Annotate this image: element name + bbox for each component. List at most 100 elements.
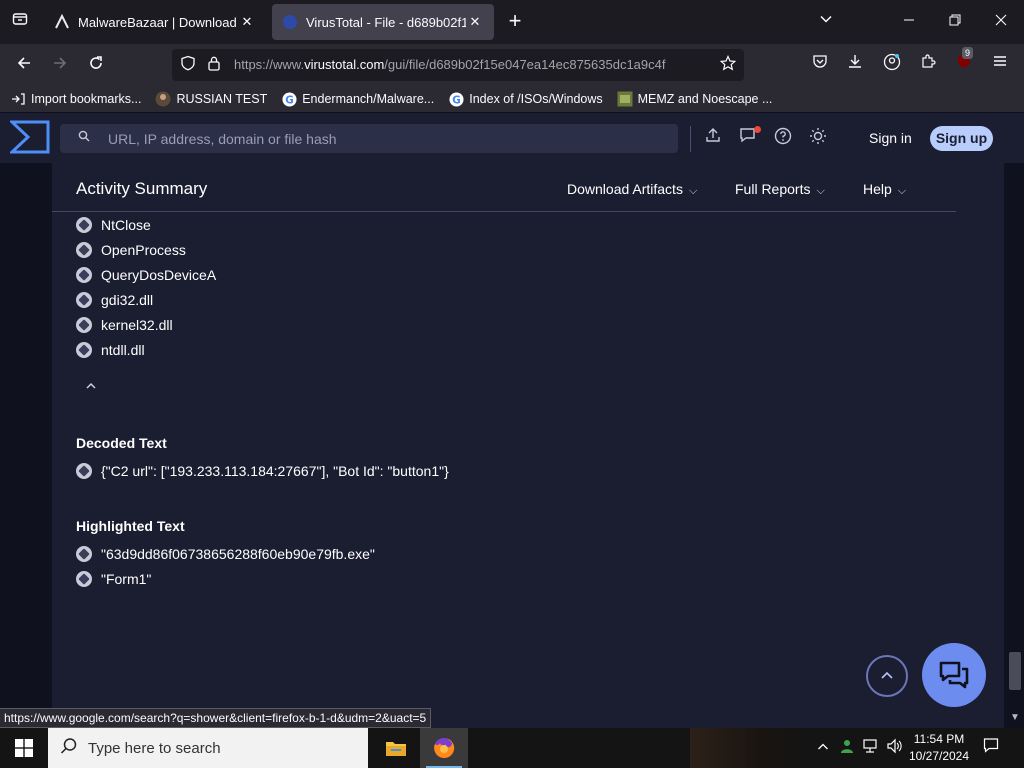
bookmark-import[interactable]: Import bookmarks... [10,91,141,107]
taskbar-clock[interactable]: 11:54 PM 10/27/2024 [906,731,972,765]
chat-icon [939,661,969,689]
panel-title: Activity Summary [76,179,208,198]
chevron-down-icon: ⌵ [816,185,825,197]
list-all-tabs-icon[interactable] [814,10,838,34]
search-icon [60,737,78,760]
desktop-wallpaper-peek [690,728,810,768]
search-input[interactable] [108,128,668,150]
bookmark-label: MEMZ and Noescape ... [637,92,773,106]
tab-virustotal[interactable]: VirusTotal - File - d689b02f15e0 ✕ [272,4,494,40]
vt-search-box[interactable] [60,124,678,153]
cube-icon [76,267,92,283]
virustotal-logo-icon[interactable] [8,120,50,154]
menu-label: Download Artifacts [567,181,683,197]
reload-icon[interactable] [84,53,108,77]
taskbar-search-box[interactable]: Type here to search [48,728,368,768]
item-text: {"C2 url": ["193.233.113.184:27667"], "B… [101,463,449,479]
close-tab-icon[interactable]: ✕ [238,14,256,30]
menu-label: Help [863,181,892,197]
scrollbar-thumb[interactable] [1009,652,1021,690]
avatar-icon [155,91,171,107]
url-domain: virustotal.com [304,57,385,72]
bookmarks-toolbar: Import bookmarks... RUSSIAN TEST G Ender… [0,86,1024,112]
notification-center-icon[interactable] [980,737,1002,759]
scroll-to-top-button[interactable] [866,655,908,697]
close-tab-icon[interactable]: ✕ [466,14,484,30]
sign-up-button[interactable]: Sign up [930,126,993,151]
full-reports-menu[interactable]: Full Reports ⌵ [735,181,825,198]
address-bar[interactable]: https://www.virustotal.com/gui/file/d689… [172,49,744,81]
notifications-icon[interactable] [737,126,761,149]
bookmark-star-icon[interactable] [718,55,738,75]
ublock-origin-icon[interactable]: 9 [952,47,976,77]
windows-start-icon[interactable] [0,728,48,768]
back-arrow-icon[interactable] [12,53,36,77]
cube-icon [76,546,92,562]
download-artifacts-menu[interactable]: Download Artifacts ⌵ [567,181,697,198]
upload-icon[interactable] [702,127,724,149]
menu-hamburger-icon[interactable] [988,53,1012,77]
downloads-icon[interactable] [843,53,867,77]
image-icon [617,91,633,107]
panel-header: Activity Summary Download Artifacts ⌵ Ful… [52,163,956,212]
item-text: OpenProcess [101,242,186,258]
pocket-icon[interactable] [808,53,832,77]
list-item: NtClose [76,215,151,235]
bookmark-isos-windows[interactable]: G Index of /ISOs/Windows [448,91,603,107]
collapse-chevron-up-icon[interactable] [85,380,97,395]
decoded-text-heading: Decoded Text [76,435,167,451]
cube-icon [76,342,92,358]
extensions-icon[interactable] [916,53,940,77]
highlighted-item: "63d9dd86f06738656288f60eb90e79fb.exe" [76,544,375,564]
tab-malwarebazaar[interactable]: MalwareBazaar | Download mal ✕ [44,4,266,40]
tab-title: VirusTotal - File - d689b02f15e0 [306,14,466,30]
chevron-up-icon[interactable] [813,738,833,758]
lock-icon[interactable] [204,55,224,75]
svg-text:G: G [452,94,460,106]
tab-list-icon[interactable] [8,11,32,33]
cube-icon [76,292,92,308]
help-menu[interactable]: Help ⌵ [863,181,906,198]
item-text: "63d9dd86f06738656288f60eb90e79fb.exe" [101,546,375,562]
network-icon[interactable] [861,738,881,758]
list-item: OpenProcess [76,240,186,260]
import-icon [10,91,26,107]
restore-button[interactable] [943,10,967,34]
item-text: "Form1" [101,571,152,587]
clock-date: 10/27/2024 [908,749,970,763]
decoded-item: {"C2 url": ["193.233.113.184:27667"], "B… [76,461,449,481]
url-path: /gui/file/d689b02f15e047ea14ec875635dc1a… [384,57,666,72]
close-window-button[interactable] [989,10,1013,34]
chat-support-button[interactable] [922,643,986,707]
list-item: QueryDosDeviceA [76,265,216,285]
activity-summary-panel: Activity Summary Download Artifacts ⌵ Ful… [52,163,1004,728]
page-scrollbar[interactable] [1006,163,1024,728]
account-icon[interactable] [880,53,904,77]
people-icon[interactable] [837,738,857,758]
forward-arrow-icon[interactable] [48,53,72,77]
new-tab-button[interactable]: + [504,10,526,34]
file-explorer-icon[interactable] [372,728,420,768]
tracking-protection-icon[interactable] [178,55,198,75]
bookmark-russian-test[interactable]: RUSSIAN TEST [155,91,267,107]
item-text: gdi32.dll [101,292,154,308]
bookmark-memz[interactable]: MEMZ and Noescape ... [617,91,773,107]
malwarebazaar-icon [54,14,70,30]
url-text[interactable]: https://www.virustotal.com/gui/file/d689… [234,57,704,72]
highlighted-text-heading: Highlighted Text [76,518,185,534]
sign-in-link[interactable]: Sign in [869,130,912,146]
tab-title: MalwareBazaar | Download mal [78,14,238,30]
chevron-down-icon: ⌵ [897,185,907,197]
svg-text:G: G [285,94,293,106]
cube-icon [76,242,92,258]
item-text: QueryDosDeviceA [101,267,217,283]
bookmark-label: RUSSIAN TEST [176,92,268,106]
theme-sun-icon[interactable] [807,127,829,149]
bookmark-endermanch[interactable]: G Endermanch/Malware... [281,91,434,107]
volume-icon[interactable] [884,738,904,758]
search-icon [78,130,90,145]
minimize-button[interactable] [897,10,921,34]
firefox-icon[interactable] [420,728,468,768]
scroll-down-arrow-icon[interactable]: ▼ [1008,712,1022,723]
help-icon[interactable] [772,127,794,149]
